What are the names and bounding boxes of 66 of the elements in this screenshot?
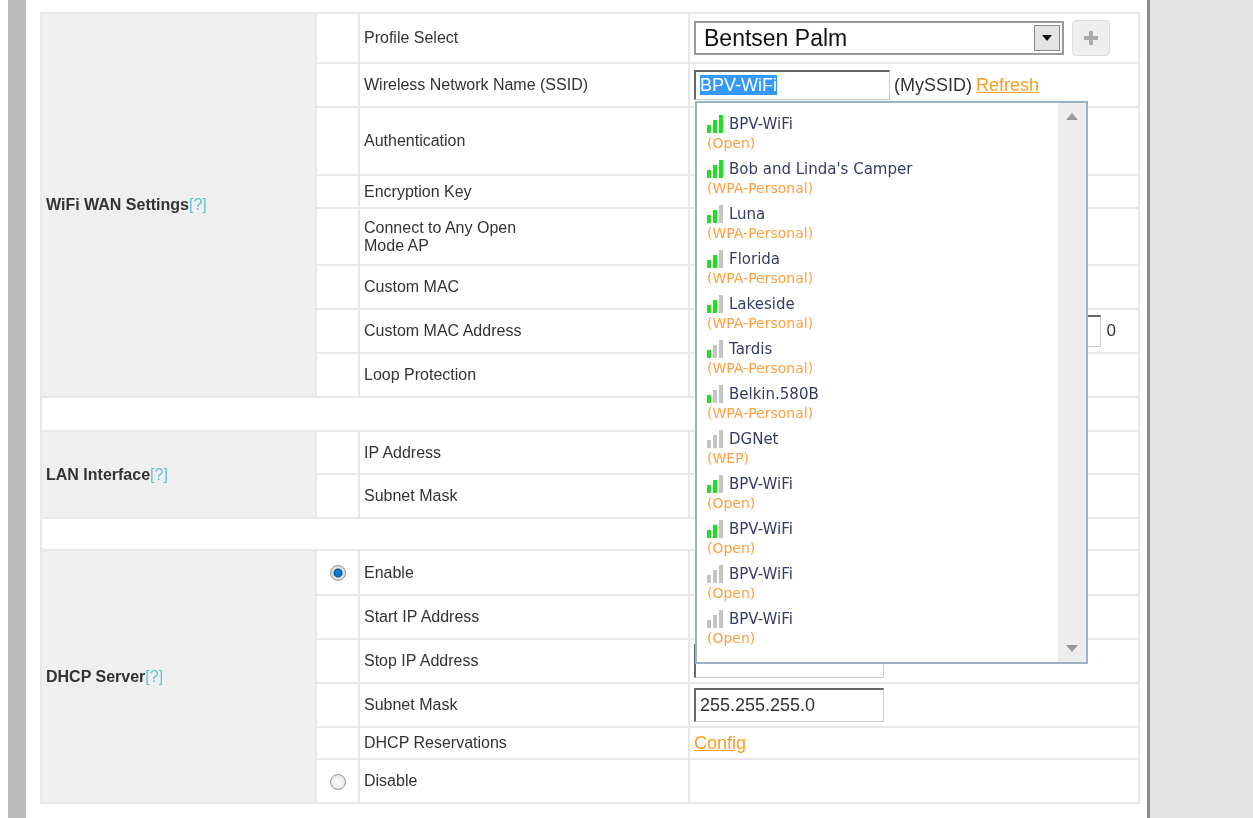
scrollbar[interactable] xyxy=(1058,103,1086,662)
mac-suffix: 0 xyxy=(1106,321,1116,341)
field-label: Loop Protection xyxy=(364,366,477,384)
field-label: Start IP Address xyxy=(364,608,480,626)
network-name: BPV-WiFi xyxy=(729,521,793,538)
field-label: DHCP Reservations xyxy=(364,734,507,752)
field-label: Subnet Mask xyxy=(364,696,458,714)
network-name: Florida xyxy=(729,251,781,268)
field-label: Disable xyxy=(364,772,418,790)
security-type: (Open) xyxy=(707,629,756,648)
section-title: LAN Interface[?] xyxy=(46,465,168,483)
network-item[interactable]: Belkin.580B (WPA-Personal) xyxy=(707,381,1058,426)
radio-button[interactable] xyxy=(329,565,346,582)
network-name: BPV-WiFi xyxy=(729,116,793,133)
network-name: DGNet xyxy=(729,431,779,448)
security-type: (WPA-Personal) xyxy=(707,359,814,378)
ssid-note: (MySSID) xyxy=(894,74,972,96)
network-name: Bob and Linda's Camper xyxy=(729,161,913,178)
section-title: DHCP Server[?] xyxy=(46,667,164,685)
security-type: (WPA-Personal) xyxy=(707,404,814,423)
scroll-up-icon[interactable] xyxy=(1066,113,1078,120)
security-type: (WEP) xyxy=(707,449,750,468)
scroll-down-icon[interactable] xyxy=(1066,645,1078,652)
network-item[interactable]: Tardis (WPA-Personal) xyxy=(707,336,1058,381)
plus-icon xyxy=(1084,31,1098,45)
network-item[interactable]: BPV-WiFi (Open) xyxy=(707,471,1058,516)
radio-button[interactable] xyxy=(329,773,346,790)
network-item[interactable]: Lakeside (WPA-Personal) xyxy=(707,291,1058,336)
security-type: (Open) xyxy=(707,539,756,558)
network-item[interactable]: Bob and Linda's Camper (WPA-Personal) xyxy=(707,156,1058,201)
network-name: BPV-WiFi xyxy=(729,476,793,493)
network-name: Belkin.580B xyxy=(729,386,819,403)
security-type: (Open) xyxy=(707,494,756,513)
field-label: IP Address xyxy=(364,443,442,462)
add-button[interactable] xyxy=(1072,20,1110,56)
field-label: Authentication xyxy=(364,132,466,150)
section-title: WiFi WAN Settings[?] xyxy=(46,196,207,213)
security-type: (WPA-Personal) xyxy=(707,179,814,198)
network-item[interactable]: BPV-WiFi (Open) xyxy=(707,516,1058,561)
security-type: (WPA-Personal) xyxy=(707,314,814,333)
field-label: Enable xyxy=(364,563,414,582)
security-type: (Open) xyxy=(707,584,756,603)
security-type: (WPA-Personal) xyxy=(707,224,814,243)
field-label: Custom MAC Address xyxy=(364,322,522,340)
network-name: Lakeside xyxy=(729,296,795,313)
field-label: Profile Select xyxy=(364,29,459,47)
network-item[interactable]: Luna (WPA-Personal) xyxy=(707,201,1058,246)
network-name: Tardis xyxy=(729,341,773,358)
field-label: Stop IP Address xyxy=(364,652,479,670)
network-item[interactable]: DGNet (WEP) xyxy=(707,426,1058,471)
field-label: Wireless Network Name (SSID) xyxy=(364,76,589,94)
field-label: Subnet Mask xyxy=(364,487,458,505)
field-label: Encryption Key xyxy=(364,182,472,201)
security-type: (Open) xyxy=(707,134,756,153)
security-type: (WPA-Personal) xyxy=(707,269,814,288)
profile-select[interactable]: Bentsen Palm xyxy=(694,21,1064,55)
network-name: BPV-WiFi xyxy=(729,566,793,583)
network-name: Luna xyxy=(729,206,766,223)
network-item[interactable]: BPV-WiFi (Open) xyxy=(707,561,1058,606)
network-item[interactable]: Florida (WPA-Personal) xyxy=(707,246,1058,291)
network-name: BPV-WiFi xyxy=(729,611,793,628)
subnet-field[interactable]: 255.255.255.0 xyxy=(694,688,884,722)
network-item[interactable]: BPV-WiFi (Open) xyxy=(707,606,1058,651)
field-label: Custom MAC xyxy=(364,278,460,296)
network-item[interactable]: BPV-WiFi (Open) xyxy=(707,111,1058,156)
field-label: Connect to Any Open Mode AP xyxy=(364,218,518,255)
